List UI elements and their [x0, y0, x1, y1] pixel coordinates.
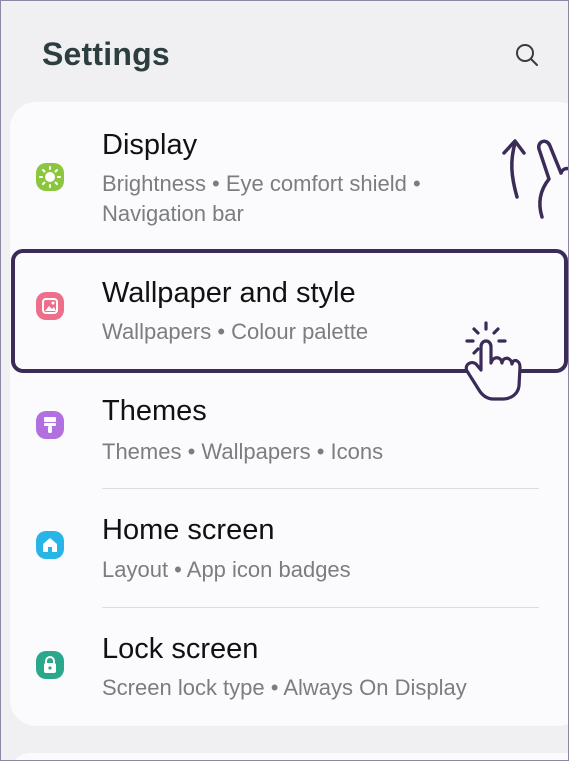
page-title: Settings — [42, 36, 170, 72]
item-subtitle: Themes • Wallpapers • Icons — [102, 439, 384, 464]
sun-icon — [36, 163, 64, 191]
item-title: Home screen — [102, 514, 275, 546]
item-subtitle: Screen lock type • Always On Display — [102, 675, 467, 700]
search-icon — [516, 44, 538, 66]
lock-icon — [36, 651, 64, 679]
selection-highlight — [11, 249, 568, 373]
settings-item-lock-screen[interactable]: Lock screen Screen lock type • Always On… — [1, 617, 568, 725]
divider — [102, 607, 539, 608]
paint-brush-icon — [36, 411, 64, 439]
item-subtitle: Brightness • Eye comfort shield • — [102, 171, 421, 196]
item-subtitle: Navigation bar — [102, 201, 244, 226]
item-subtitle: Layout • App icon badges — [102, 557, 351, 582]
item-title: Display — [102, 129, 198, 161]
home-icon — [36, 531, 64, 559]
item-title: Lock screen — [102, 633, 259, 665]
settings-card-next — [10, 753, 568, 760]
item-title: Themes — [102, 395, 207, 427]
divider — [102, 488, 539, 489]
settings-item-home-screen[interactable]: Home screen Layout • App icon badges — [1, 499, 568, 607]
search-button[interactable] — [511, 39, 545, 73]
settings-item-display[interactable]: Display Brightness • Eye comfort shield … — [1, 121, 568, 241]
settings-screen: Settings Display Brightness • Eye comfor… — [0, 0, 569, 761]
settings-item-themes[interactable]: Themes Themes • Wallpapers • Icons — [1, 381, 568, 489]
